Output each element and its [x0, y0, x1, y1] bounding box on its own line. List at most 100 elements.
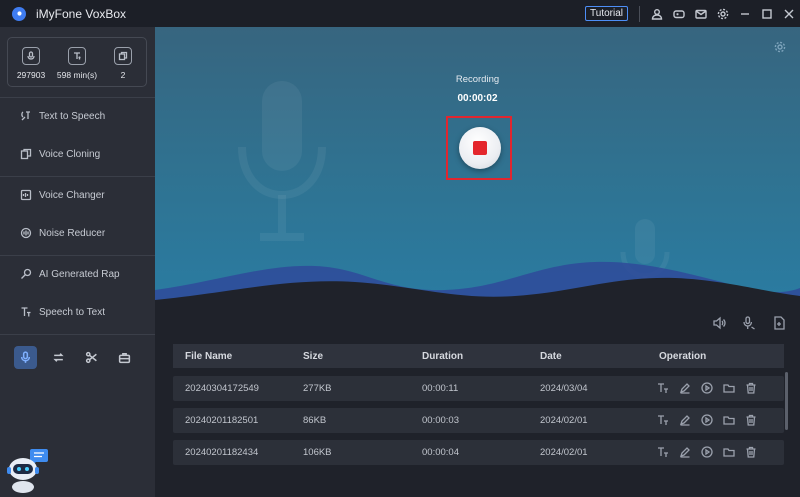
maximize-icon[interactable] — [756, 0, 778, 27]
app-logo-icon — [12, 6, 26, 21]
cell-date: 2024/02/01 — [540, 447, 588, 458]
sidebar-item-ai-generated-rap[interactable]: AI Generated Rap — [0, 256, 155, 292]
table-header: File Name Size Duration Date Operation — [173, 344, 784, 368]
text-convert-icon[interactable] — [657, 414, 670, 427]
cell-duration: 00:00:04 — [422, 447, 459, 458]
edit-icon[interactable] — [679, 446, 692, 459]
speech-to-text-icon — [21, 307, 31, 317]
table-row[interactable]: 20240201182501 86KB 00:00:03 2024/02/01 — [173, 408, 784, 433]
table-row[interactable]: 20240304172549 277KB 00:00:11 2024/03/04 — [173, 376, 784, 401]
sidebar-divider — [0, 334, 155, 335]
play-icon[interactable] — [701, 446, 714, 459]
volume-icon[interactable] — [712, 316, 726, 330]
sidebar-item-label: Voice Changer — [39, 189, 105, 201]
stat-value: 598 min(s) — [56, 69, 98, 80]
recording-status-label: Recording — [455, 74, 500, 85]
usage-stats-panel: 297903 598 min(s) 2 — [7, 37, 147, 87]
sidebar-item-label: Voice Cloning — [39, 148, 101, 160]
column-header-file-name: File Name — [185, 350, 233, 362]
scissors-icon — [85, 351, 97, 364]
folder-icon[interactable] — [723, 414, 736, 427]
row-operations — [657, 414, 758, 427]
play-icon[interactable] — [701, 414, 714, 427]
cell-size: 277KB — [303, 383, 332, 394]
stat-value: 2 — [120, 69, 126, 80]
sidebar-item-speech-to-text[interactable]: Speech to Text — [0, 294, 155, 330]
voice-cloning-icon — [20, 148, 32, 160]
text-convert-icon[interactable] — [657, 446, 670, 459]
edit-icon[interactable] — [679, 414, 692, 427]
recorder-panel: Recording 00:00:02 — [155, 27, 800, 307]
folder-icon[interactable] — [723, 446, 736, 459]
copy-icon — [114, 46, 132, 65]
export-file-icon[interactable] — [772, 316, 786, 330]
repeat-icon — [53, 353, 64, 362]
app-title: iMyFone VoxBox — [36, 6, 127, 21]
wave-decoration — [155, 261, 800, 307]
delete-icon[interactable] — [745, 382, 758, 395]
cell-duration: 00:00:11 — [422, 383, 459, 394]
sidebar: 297903 598 min(s) 2 Text to Speech Voice… — [0, 27, 155, 497]
text-tool-icon — [68, 46, 86, 65]
cell-size: 106KB — [303, 447, 332, 458]
edit-icon[interactable] — [679, 382, 692, 395]
main-panel: Recording 00:00:02 File Name Size Durati… — [155, 27, 800, 497]
stat-minutes: 598 min(s) — [56, 46, 98, 80]
sidebar-item-label: AI Generated Rap — [39, 268, 120, 280]
voice-changer-icon — [20, 189, 32, 201]
cell-duration: 00:00:03 — [422, 415, 459, 426]
delete-icon[interactable] — [745, 414, 758, 427]
cut-tool-button[interactable] — [80, 346, 103, 369]
mic-icon — [20, 351, 31, 363]
cell-file-name: 20240304172549 — [185, 383, 259, 394]
list-toolbar — [712, 316, 786, 330]
table-scrollbar[interactable] — [785, 372, 788, 430]
recorder-settings-icon[interactable] — [774, 41, 786, 53]
sidebar-item-noise-reducer[interactable]: Noise Reducer — [0, 215, 155, 251]
cell-file-name: 20240201182501 — [185, 415, 259, 426]
quick-tools — [14, 346, 136, 369]
sidebar-item-voice-cloning[interactable]: Voice Cloning — [0, 136, 155, 172]
column-header-duration: Duration — [422, 350, 464, 362]
sidebar-item-label: Text to Speech — [39, 110, 106, 122]
play-icon[interactable] — [701, 382, 714, 395]
settings-icon[interactable] — [712, 0, 734, 27]
user-icon[interactable] — [646, 0, 668, 27]
stat-value: 297903 — [16, 69, 46, 80]
titlebar-divider — [639, 5, 640, 22]
ai-rap-icon — [21, 268, 32, 279]
stop-icon — [473, 141, 487, 155]
record-button-highlight — [446, 116, 512, 180]
text-convert-icon[interactable] — [657, 382, 670, 395]
stop-recording-button[interactable] — [459, 127, 501, 169]
sidebar-item-text-to-speech[interactable]: Text to Speech — [0, 98, 155, 134]
gamepad-icon[interactable] — [668, 0, 690, 27]
cell-date: 2024/02/01 — [540, 415, 588, 426]
column-header-date: Date — [540, 350, 562, 362]
assistant-bot-icon[interactable] — [6, 447, 50, 493]
noise-reducer-icon — [20, 227, 32, 239]
cell-file-name: 20240201182434 — [185, 447, 259, 458]
voice-import-icon[interactable] — [742, 316, 756, 330]
text-to-speech-icon — [21, 111, 30, 121]
record-tool-button[interactable] — [14, 346, 37, 369]
title-bar: iMyFone VoxBox Tutorial — [0, 0, 800, 27]
row-operations — [657, 382, 758, 395]
folder-icon[interactable] — [723, 382, 736, 395]
stat-clones: 2 — [102, 46, 144, 80]
minimize-icon[interactable] — [734, 0, 756, 27]
toolbox-button[interactable] — [113, 346, 136, 369]
close-icon[interactable] — [778, 0, 800, 27]
tutorial-button[interactable]: Tutorial — [585, 6, 628, 21]
mail-icon[interactable] — [690, 0, 712, 27]
delete-icon[interactable] — [745, 446, 758, 459]
table-row[interactable]: 20240201182434 106KB 00:00:04 2024/02/01 — [173, 440, 784, 465]
mic-badge-icon — [22, 46, 40, 65]
sidebar-item-label: Speech to Text — [39, 306, 105, 318]
cell-size: 86KB — [303, 415, 327, 426]
row-operations — [657, 446, 758, 459]
sidebar-item-voice-changer[interactable]: Voice Changer — [0, 177, 155, 213]
sidebar-item-label: Noise Reducer — [39, 227, 106, 239]
cell-date: 2024/03/04 — [540, 383, 588, 394]
convert-tool-button[interactable] — [47, 346, 70, 369]
